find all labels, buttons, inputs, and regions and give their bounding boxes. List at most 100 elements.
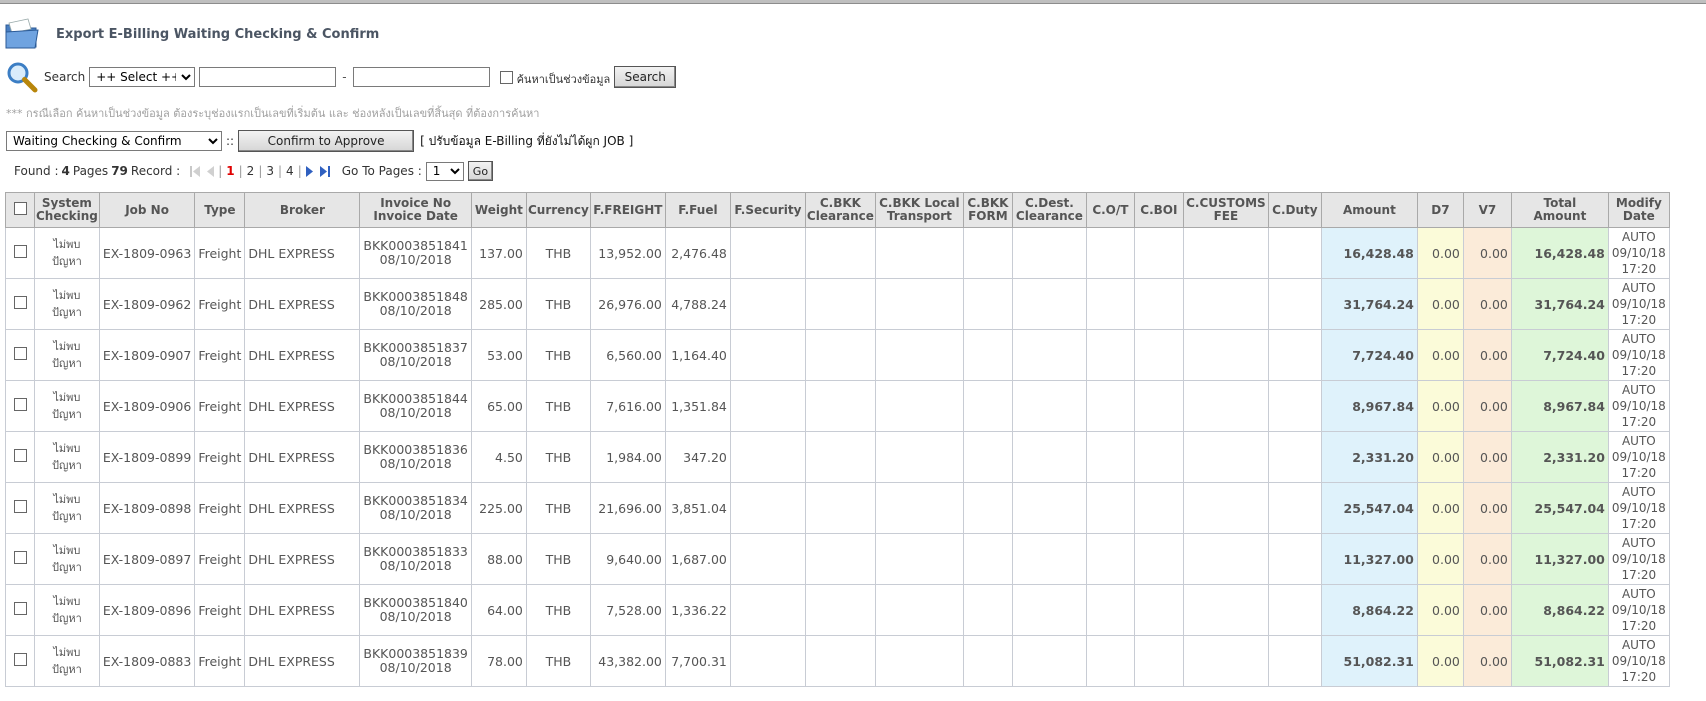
total-amount-cell: 2,331.20 [1510,431,1609,483]
col-f-security[interactable]: F.Security [729,192,806,228]
weight-cell: 65.00 [470,380,527,432]
folder-icon [5,18,39,49]
col-weight[interactable]: Weight [470,192,527,228]
currency-cell: THB [525,533,591,585]
row-checkbox[interactable] [13,551,27,564]
job-no-cell[interactable]: EX-1809-0897 [98,533,196,585]
search-field-select[interactable]: ++ Select ++ [89,67,196,87]
search-to-input[interactable] [352,67,490,87]
job-no-cell[interactable]: EX-1809-0896 [98,584,196,636]
row-checkbox[interactable] [13,449,27,462]
col-modify-date[interactable]: Modify Date [1607,192,1670,228]
table-row[interactable]: ไม่พบ ปัญหา EX-1809-0962 Freight DHL EXPRESS… [5,278,1670,330]
page-link-1[interactable]: 1 [226,164,234,178]
c-bkk-local-transport-cell [874,278,964,330]
range-search-checkbox[interactable] [499,70,513,84]
col-c-bkk-form[interactable]: C.BKK FORM [962,192,1013,228]
f-fuel-cell: 1,351.84 [664,380,731,432]
total-amount-cell: 16,428.48 [1510,227,1609,279]
col-amount[interactable]: Amount [1320,192,1418,228]
next-page-icon[interactable] [304,165,315,178]
invoice-cell: BKK0003851840 08/10/2018 [359,584,472,636]
table-row[interactable]: ไม่พบ ปัญหา EX-1809-0896 Freight DHL EXPRESS… [5,584,1670,636]
col-d7[interactable]: D7 [1416,192,1464,228]
confirm-approve-button[interactable]: Confirm to Approve [238,130,415,152]
job-no-cell[interactable]: EX-1809-0906 [98,380,196,432]
v7-cell: 0.00 [1462,431,1512,483]
table-row[interactable]: ไม่พบ ปัญหา EX-1809-0907 Freight DHL EXPRESS… [5,329,1670,381]
row-checkbox[interactable] [13,245,27,258]
col-c-bkk-clearance[interactable]: C.BKK Clearance [804,192,876,228]
last-page-icon[interactable] [319,165,330,178]
search-button[interactable]: Search [614,66,677,88]
col-c-boi[interactable]: C.BOI [1133,192,1184,228]
job-no-cell[interactable]: EX-1809-0962 [98,278,196,330]
invoice-cell: BKK0003851839 08/10/2018 [359,635,472,687]
job-no-cell[interactable]: EX-1809-0898 [98,482,196,534]
c-customs-fee-cell [1182,533,1269,585]
pagination: Found : 4 Pages 79 Record : | 1 | 2 | 3 … [14,161,494,181]
col-currency[interactable]: Currency [525,192,591,228]
c-duty-cell [1267,431,1322,483]
select-all-checkbox[interactable] [13,202,27,215]
c-duty-cell [1267,482,1322,534]
col-f-fuel[interactable]: F.Fuel [664,192,731,228]
first-page-icon[interactable] [190,165,201,178]
d7-cell: 0.00 [1416,482,1464,534]
row-checkbox[interactable] [13,347,27,360]
amount-cell: 51,082.31 [1320,635,1418,687]
col-f-freight[interactable]: F.FREIGHT [589,192,666,228]
col-type[interactable]: Type [194,192,246,228]
f-security-cell [729,380,806,432]
col-job-no[interactable]: Job No [98,192,196,228]
row-checkbox[interactable] [13,296,27,309]
col-invoice[interactable]: Invoice No Invoice Date [359,192,472,228]
page-link-3[interactable]: 3 [266,164,274,178]
row-checkbox[interactable] [13,653,27,666]
f-freight-cell: 1,984.00 [589,431,666,483]
invoice-cell: BKK0003851836 08/10/2018 [359,431,472,483]
c-bkk-local-transport-cell [874,635,964,687]
row-checkbox[interactable] [13,500,27,513]
adjust-ebilling-link[interactable]: [ ปรับข้อมูล E-Billing ที่ยังไม่ได้ผูก J… [420,132,633,151]
prev-page-icon[interactable] [205,165,216,178]
row-select-cell [5,584,35,636]
job-no-cell[interactable]: EX-1809-0963 [98,227,196,279]
job-no-cell[interactable]: EX-1809-0907 [98,329,196,381]
table-row[interactable]: ไม่พบ ปัญหา EX-1809-0906 Freight DHL EXPRESS… [5,380,1670,432]
action-separator: :: [226,134,235,148]
invoice-cell: BKK0003851841 08/10/2018 [359,227,472,279]
col-broker[interactable]: Broker [244,192,361,228]
col-c-customs-fee[interactable]: C.CUSTOMS FEE [1182,192,1269,228]
search-from-input[interactable] [199,67,337,87]
table-row[interactable]: ไม่พบ ปัญหา EX-1809-0897 Freight DHL EXPRESS… [5,533,1670,585]
pages-count: 4 [61,164,70,178]
col-total-amount[interactable]: Total Amount [1510,192,1609,228]
c-customs-fee-cell [1182,584,1269,636]
table-row[interactable]: ไม่พบ ปัญหา EX-1809-0883 Freight DHL EXPRESS… [5,635,1670,687]
f-fuel-cell: 2,476.48 [664,227,731,279]
job-no-cell[interactable]: EX-1809-0899 [98,431,196,483]
col-c-duty[interactable]: C.Duty [1267,192,1322,228]
col-c-ot[interactable]: C.O/T [1085,192,1135,228]
status-filter-select[interactable]: Waiting Checking & Confirm [6,131,222,151]
col-system-checking[interactable]: System Checking [34,192,100,228]
total-amount-cell: 25,547.04 [1510,482,1609,534]
col-c-bkk-local-transport[interactable]: C.BKK Local Transport [874,192,964,228]
row-checkbox[interactable] [13,602,27,615]
page-link-4[interactable]: 4 [286,164,294,178]
page-link-2[interactable]: 2 [247,164,255,178]
table-row[interactable]: ไม่พบ ปัญหา EX-1809-0899 Freight DHL EXPRESS… [5,431,1670,483]
job-no-cell[interactable]: EX-1809-0883 [98,635,196,687]
go-button[interactable]: Go [467,161,494,181]
table-row[interactable]: ไม่พบ ปัญหา EX-1809-0963 Freight DHL EXPRESS… [5,227,1670,279]
col-v7[interactable]: V7 [1462,192,1512,228]
c-dest-clearance-cell [1011,635,1087,687]
col-c-dest-clearance[interactable]: C.Dest. Clearance [1011,192,1087,228]
row-checkbox[interactable] [13,398,27,411]
table-row[interactable]: ไม่พบ ปัญหา EX-1809-0898 Freight DHL EXPRESS… [5,482,1670,534]
goto-page-select[interactable]: 1 [425,161,464,181]
v7-cell: 0.00 [1462,482,1512,534]
f-security-cell [729,635,806,687]
c-bkk-form-cell [962,431,1013,483]
